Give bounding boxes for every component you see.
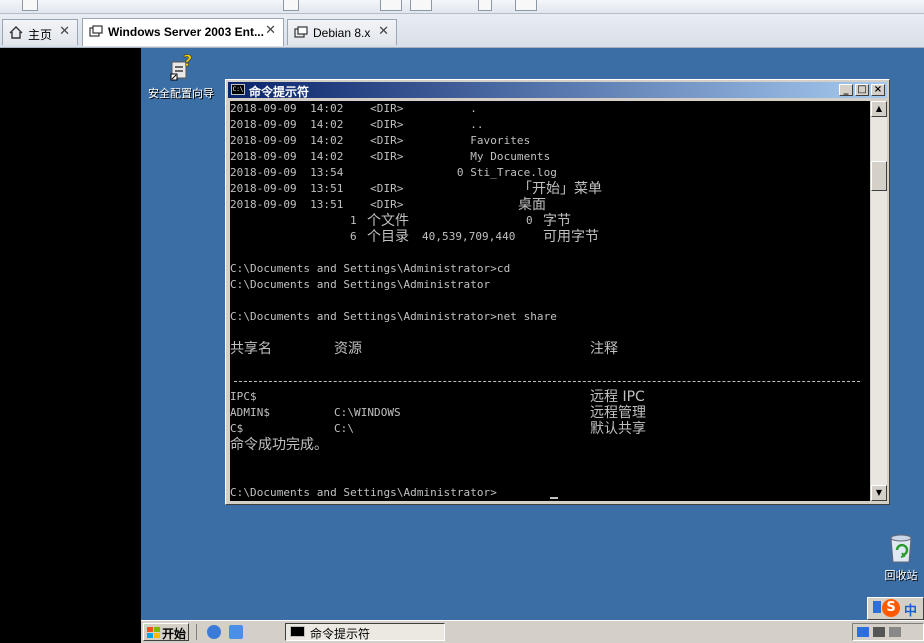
toolbar-button[interactable] (410, 0, 432, 11)
windows-logo-icon (147, 627, 160, 638)
tray-icon[interactable] (889, 627, 901, 637)
console-divider (234, 381, 860, 382)
console-line: 2018-09-09 14:02 <DIR> .. (230, 118, 484, 131)
window-title-bar[interactable]: C:\ 命令提示符 _ □ × (228, 82, 887, 99)
volume-icon[interactable] (873, 627, 885, 637)
scroll-up-button[interactable]: ▲ (871, 101, 887, 117)
svg-text:?: ? (183, 52, 192, 70)
share-name: IPC$ (230, 390, 257, 403)
desktop-icon-label: 安全配置向导 (148, 87, 214, 100)
share-resource: C:\ (334, 422, 355, 435)
console-line: 2018-09-09 13:51 <DIR> (230, 182, 471, 195)
console-line: 2018-09-09 14:02 <DIR> Favorites (230, 134, 531, 147)
console-line: 2018-09-09 13:51 <DIR> (230, 198, 471, 211)
console-icon (290, 626, 305, 637)
vm-icon (89, 25, 103, 37)
close-icon[interactable]: ✕ (378, 24, 389, 39)
tab-home[interactable]: 主页 ✕ (2, 19, 78, 45)
network-icon[interactable] (857, 627, 869, 637)
console-bytes-label: 字节 (543, 213, 571, 229)
console-line: 2018-09-09 14:02 <DIR> My Documents (230, 150, 551, 163)
tab-label: 主页 (28, 28, 53, 42)
command-prompt-window[interactable]: C:\ 命令提示符 _ □ × 2018-09-09 14:02 <DIR> .… (225, 79, 890, 505)
vm-icon (294, 26, 308, 38)
vm-tab-bar: 主页 ✕ Windows Server 2003 Ent... ✕ Debian… (0, 14, 924, 48)
start-label: 开始 (162, 627, 187, 641)
close-icon[interactable]: ✕ (59, 24, 70, 39)
ime-toolbar[interactable]: S 中 (867, 597, 924, 620)
start-button[interactable]: 开始 (143, 623, 189, 641)
console-free-bytes: 40,539,709,440 (422, 230, 516, 243)
text-cursor (550, 497, 558, 499)
console-line: 2018-09-09 13:54 0 Sti_Trace.log (230, 166, 557, 179)
home-icon (9, 26, 23, 39)
ime-logo-icon: S (882, 599, 900, 617)
console-file-label: 个文件 (367, 213, 409, 229)
scroll-down-button[interactable]: ▼ (871, 485, 887, 501)
console-icon: C:\ (231, 84, 245, 95)
tab-label: Windows Server 2003 Ent... (108, 25, 264, 39)
ime-mode-icon (873, 601, 881, 613)
share-header-remark: 注释 (590, 341, 618, 357)
outlook-icon[interactable] (229, 625, 243, 639)
close-button[interactable]: × (871, 84, 885, 96)
taskbar-item-label: 命令提示符 (310, 627, 371, 641)
console-dir-count: 6 (350, 230, 357, 243)
maximize-button[interactable]: □ (855, 84, 869, 96)
taskbar: 开始 命令提示符 (141, 620, 924, 643)
tab-windows-server[interactable]: Windows Server 2003 Ent... ✕ (82, 18, 284, 46)
share-remark: 远程管理 (590, 405, 646, 421)
console-prompt[interactable]: C:\Documents and Settings\Administrator> (230, 485, 497, 501)
ime-chinese-icon: 中 (904, 604, 918, 619)
tab-debian[interactable]: Debian 8.x ✕ (287, 19, 397, 45)
console-dir-desktop: 桌面 (518, 197, 546, 213)
vertical-scrollbar[interactable]: ▲ ▼ (871, 101, 887, 501)
share-name: ADMIN$ (230, 406, 271, 419)
minimize-button[interactable]: _ (839, 84, 853, 96)
console-file-bytes: 0 (526, 214, 533, 227)
close-icon[interactable]: ✕ (265, 23, 276, 38)
console-line: 2018-09-09 14:02 <DIR> . (230, 102, 477, 115)
desktop-icon-recycle-bin[interactable]: 回收站 (879, 532, 923, 583)
toolbar-button[interactable] (283, 0, 299, 11)
console-line: C:\Documents and Settings\Administrator (230, 278, 491, 291)
share-remark: 远程 IPC (590, 389, 645, 405)
share-resource: C:\WINDOWS (334, 406, 401, 419)
toolbar-button[interactable] (22, 0, 38, 11)
share-header-name: 共享名 (230, 341, 272, 357)
share-name: C$ (230, 422, 244, 435)
console-output[interactable]: 2018-09-09 14:02 <DIR> . 2018-09-09 14:0… (230, 101, 870, 501)
console-dir-startmenu: 「开始」菜单 (518, 181, 602, 197)
console-dir-label: 个目录 (367, 229, 409, 245)
console-success-message: 命令成功完成。 (230, 437, 328, 453)
tab-label: Debian 8.x (313, 26, 371, 40)
scrollbar-thumb[interactable] (871, 161, 887, 191)
console-command: C:\Documents and Settings\Administrator>… (230, 262, 511, 275)
toolbar-button[interactable] (380, 0, 402, 11)
ie-icon[interactable] (207, 625, 221, 639)
desktop-icon-security-wizard[interactable]: ? 安全配置向导 (143, 51, 219, 101)
share-remark: 默认共享 (590, 421, 646, 437)
security-wizard-icon: ? (170, 51, 193, 81)
taskbar-item-command-prompt[interactable]: 命令提示符 (285, 623, 445, 641)
recycle-bin-icon (890, 534, 912, 563)
share-header-resource: 资源 (334, 341, 362, 357)
desktop-icon-label: 回收站 (884, 569, 918, 582)
system-tray (852, 623, 924, 641)
vmware-toolbar (0, 0, 924, 14)
console-free-label: 可用字节 (543, 229, 599, 245)
console-command: C:\Documents and Settings\Administrator>… (230, 310, 557, 323)
toolbar-button[interactable] (478, 0, 492, 11)
window-title: 命令提示符 (249, 85, 310, 99)
console-file-count: 1 (350, 214, 357, 227)
taskbar-separator (196, 624, 197, 640)
toolbar-button[interactable] (515, 0, 537, 11)
